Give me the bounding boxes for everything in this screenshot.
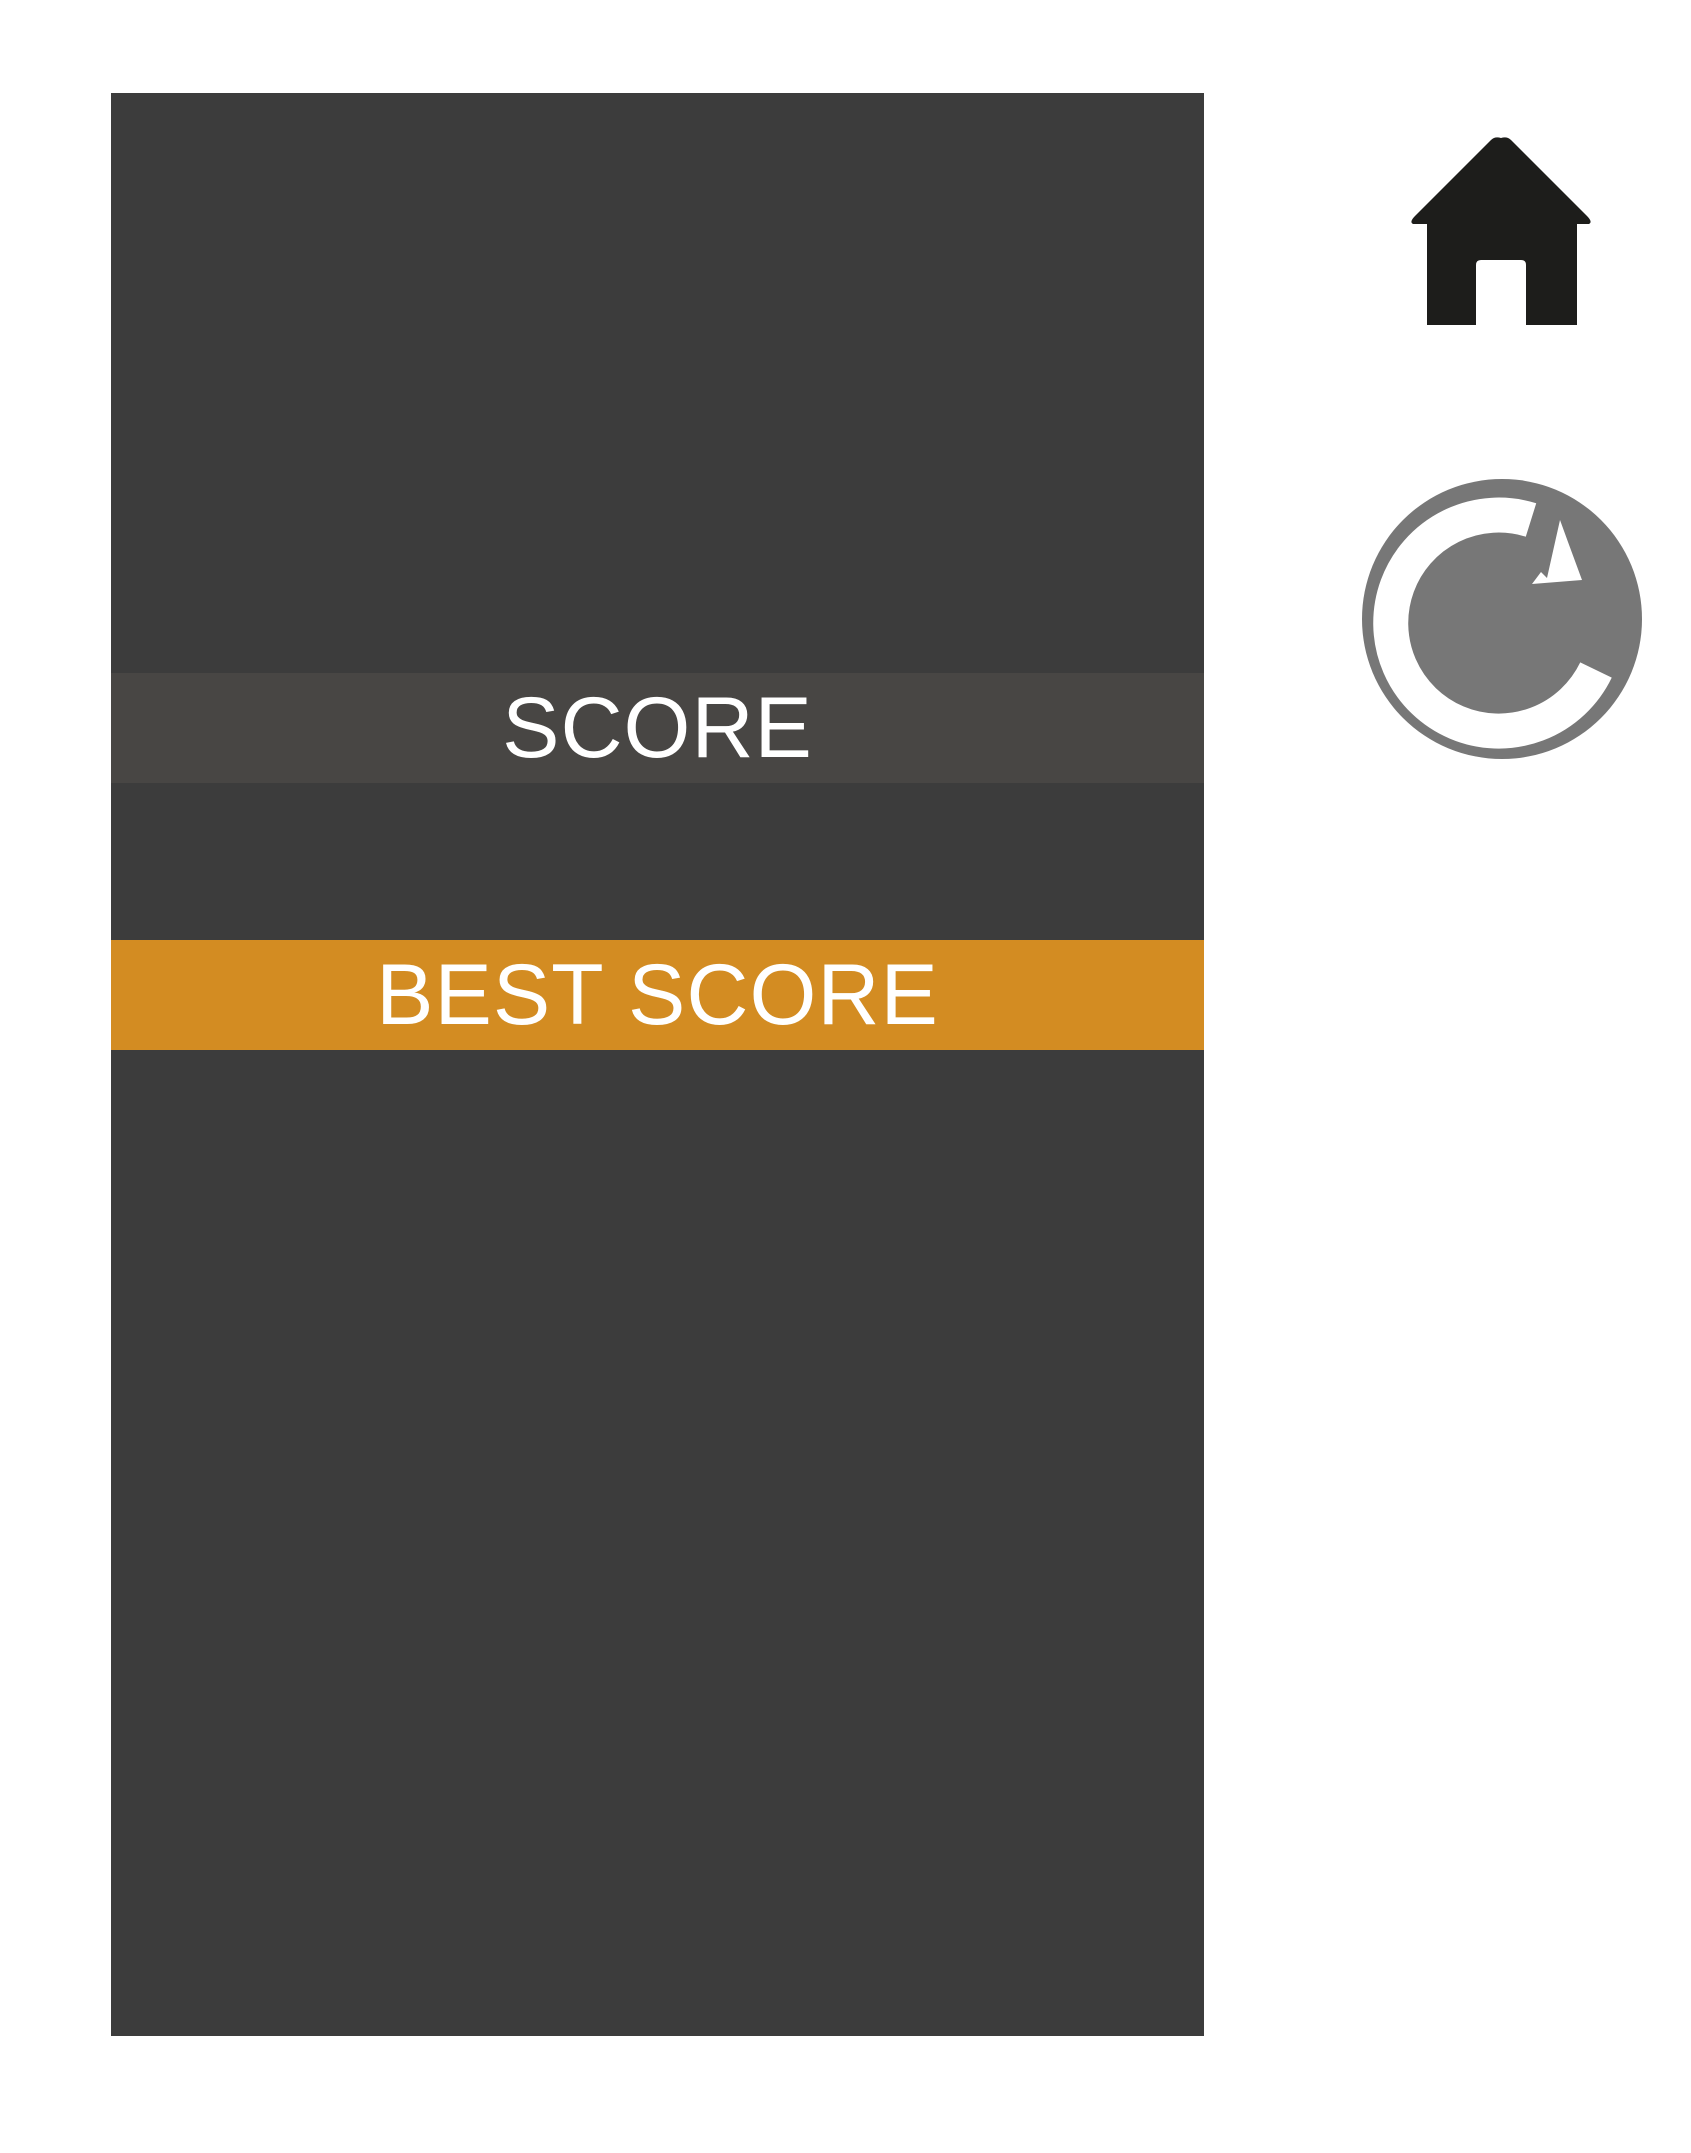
home-button[interactable] xyxy=(1411,134,1591,334)
restart-icon xyxy=(1362,479,1642,759)
game-over-panel: SCORE BEST SCORE xyxy=(111,93,1204,2036)
home-icon xyxy=(1411,137,1591,325)
restart-button[interactable] xyxy=(1360,477,1644,761)
score-label: SCORE xyxy=(502,679,813,776)
best-score-band: BEST SCORE xyxy=(111,940,1204,1050)
best-score-label: BEST SCORE xyxy=(376,946,939,1043)
score-band: SCORE xyxy=(111,673,1204,783)
